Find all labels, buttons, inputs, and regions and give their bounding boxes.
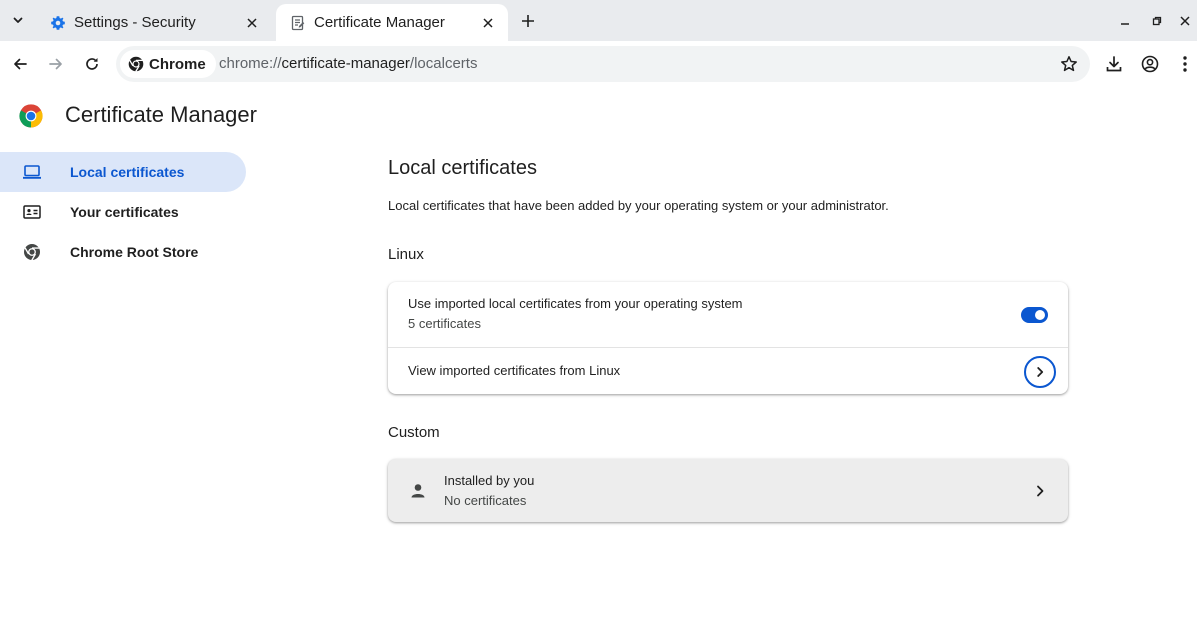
tab-title: Settings - Security <box>74 14 196 31</box>
url-scheme: chrome:// <box>219 55 282 72</box>
installed-count: No certificates <box>444 493 527 508</box>
profile-button[interactable] <box>1138 52 1162 76</box>
toggle-knob <box>1035 310 1045 320</box>
account-icon <box>1141 55 1159 73</box>
tab-certificate-manager[interactable]: Certificate Manager <box>276 4 508 41</box>
restore-button[interactable] <box>1148 12 1166 30</box>
use-imported-toggle[interactable] <box>1021 307 1048 323</box>
new-tab-button[interactable] <box>516 9 540 33</box>
menu-button[interactable] <box>1173 52 1197 76</box>
chevron-right-icon <box>1037 485 1044 497</box>
section-title: Local certificates <box>388 157 537 179</box>
site-info-chip[interactable]: Chrome <box>120 50 216 78</box>
sidebar-item-label: Chrome Root Store <box>70 244 199 260</box>
url-host: certificate-manager <box>281 55 410 72</box>
tab-settings-security[interactable]: Settings - Security <box>36 4 272 41</box>
view-imported-label: View imported certificates from Linux <box>408 363 621 378</box>
use-imported-row[interactable]: Use imported local certificates from you… <box>388 282 1068 347</box>
url-text[interactable]: chrome://certificate-manager/localcerts <box>219 55 477 72</box>
restore-icon <box>1152 16 1162 26</box>
close-icon[interactable] <box>478 13 498 33</box>
chrome-icon <box>128 56 144 72</box>
chrome-logo-icon <box>19 104 43 128</box>
sidebar-item-label: Your certificates <box>70 204 179 220</box>
url-path: /localcerts <box>409 55 478 72</box>
downloads-button[interactable] <box>1102 52 1126 76</box>
arrow-left-icon <box>14 58 27 70</box>
linux-certificates-card: Use imported local certificates from you… <box>388 282 1068 394</box>
minimize-button[interactable] <box>1116 12 1134 30</box>
close-window-button[interactable] <box>1176 12 1194 30</box>
page-title: Certificate Manager <box>65 102 257 127</box>
tab-title: Certificate Manager <box>314 14 445 31</box>
bookmark-star-icon[interactable] <box>1060 55 1078 73</box>
sidebar-item-label: Local certificates <box>70 164 185 180</box>
gear-icon <box>50 15 66 31</box>
close-icon[interactable] <box>242 13 262 33</box>
download-icon <box>1106 56 1122 72</box>
back-button[interactable] <box>8 52 32 76</box>
arrow-right-icon <box>49 58 62 70</box>
chevron-down-icon <box>13 17 23 23</box>
certificate-icon <box>290 15 306 31</box>
reload-button[interactable] <box>80 52 104 76</box>
use-imported-count: 5 certificates <box>408 316 481 331</box>
chevron-right-icon <box>1037 367 1044 377</box>
view-imported-row[interactable]: View imported certificates from Linux <box>388 348 1068 394</box>
forward-button[interactable] <box>44 52 68 76</box>
view-imported-button[interactable] <box>1024 356 1056 388</box>
minimize-icon <box>1121 23 1129 25</box>
id-card-icon <box>22 202 42 222</box>
sidebar-item-chrome-root-store[interactable]: Chrome Root Store <box>0 232 246 272</box>
installed-label: Installed by you <box>444 473 535 488</box>
address-bar[interactable]: Chrome chrome://certificate-manager/loca… <box>116 46 1090 82</box>
more-vert-icon <box>1183 56 1187 72</box>
close-icon <box>1180 16 1190 26</box>
sidebar-item-your-certificates[interactable]: Your certificates <box>0 192 246 232</box>
tab-search-button[interactable] <box>6 8 30 32</box>
reload-icon <box>86 58 98 70</box>
sidebar-item-local-certificates[interactable]: Local certificates <box>0 152 246 192</box>
laptop-icon <box>22 162 42 182</box>
section-description: Local certificates that have been added … <box>388 198 889 213</box>
chip-label: Chrome <box>149 55 206 73</box>
toolbar: Chrome chrome://certificate-manager/loca… <box>0 41 1197 87</box>
chrome-icon <box>22 242 42 262</box>
installed-by-you-row[interactable]: Installed by you No certificates <box>388 459 1068 522</box>
use-imported-label: Use imported local certificates from you… <box>408 296 743 311</box>
linux-heading: Linux <box>388 246 424 263</box>
tab-strip: Settings - Security Certificate Manager <box>0 0 1197 41</box>
plus-icon <box>522 15 534 27</box>
custom-heading: Custom <box>388 424 440 441</box>
person-icon <box>411 484 425 498</box>
